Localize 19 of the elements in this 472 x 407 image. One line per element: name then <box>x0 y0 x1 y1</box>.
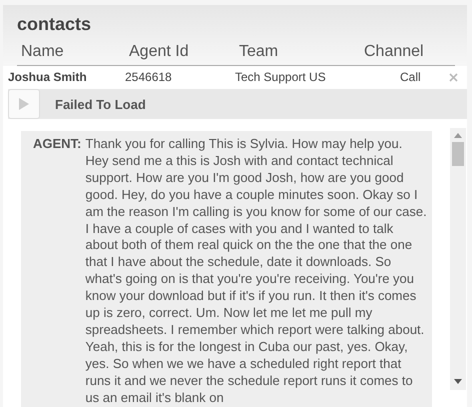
column-header: Name <box>21 43 65 61</box>
contact-name: Joshua Smith <box>8 70 88 84</box>
play-icon <box>19 98 29 110</box>
team-name: Tech Support US <box>235 70 327 84</box>
speaker-label: AGENT: <box>33 136 82 153</box>
play-button[interactable] <box>8 89 40 119</box>
scroll-down-icon[interactable] <box>454 379 462 384</box>
column-header: Channel <box>364 43 425 61</box>
close-icon[interactable] <box>449 72 458 82</box>
panel-title: contacts <box>17 14 92 36</box>
scroll-up-icon[interactable] <box>454 133 462 138</box>
column-header: Team <box>239 43 280 61</box>
scrollbar[interactable] <box>450 128 466 390</box>
load-status: Failed To Load <box>55 96 146 112</box>
agent-id: 2546618 <box>125 70 173 84</box>
transcript-text: Thank you for calling This is Sylvia. How may help you. Hey send me a this is Josh with and contact technical support. How are you I'm good Josh, how are you good good. Hey, do you have a couple minutes soon. Okay so I am the reason I'm calling is you know for some of our case. I have a couple of cases with you and I wanted to talk about both of them real quick on the the one that the one that I have about the schedule, date it downloads. So what's going on is that you're you're receiving. You're you know your download but if it's if you run. It then it's comes up is zero, correct. Um. Now let me let me pull my spreadsheets. I remember which report were talking about. Yeah, this is for the longest in Cuba our past, yes. Okay, yes. So when we we have a scheduled right report that runs it and we never the schedule report runs it comes to us an email it's blank on <box>85 136 428 406</box>
channel-type: Call <box>399 70 421 84</box>
scroll-thumb[interactable] <box>452 142 464 166</box>
column-header: Agent Id <box>129 43 190 61</box>
